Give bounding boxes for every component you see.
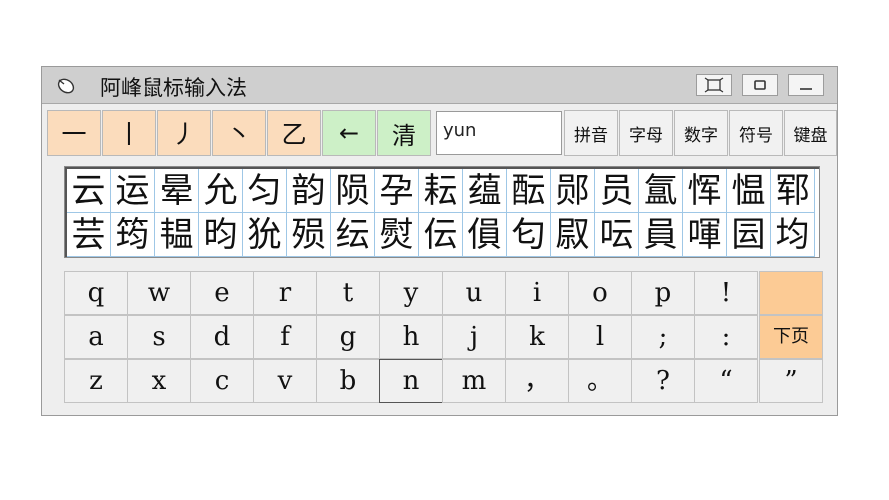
candidate-char[interactable]: 氲 <box>639 169 683 213</box>
key-period[interactable]: 。 <box>568 359 632 403</box>
title-bar[interactable]: 阿峰鼠标输入法 <box>42 67 837 104</box>
key-semicolon[interactable]: ; <box>631 315 695 359</box>
candidate-char[interactable]: 殒 <box>287 213 331 257</box>
candidate-char[interactable]: 均 <box>771 213 815 257</box>
candidate-char[interactable]: 芸 <box>67 213 111 257</box>
candidate-char[interactable]: 允 <box>199 169 243 213</box>
candidate-char[interactable]: 匀 <box>243 169 287 213</box>
ime-window: 阿峰鼠标输入法 一 丨 丿 丶 乙 ← 清 yun 拼音 字母 数字 符号 键盘… <box>41 66 838 416</box>
key-j[interactable]: j <box>442 315 506 359</box>
key-o[interactable]: o <box>568 271 632 315</box>
candidate-char[interactable]: 郓 <box>771 169 815 213</box>
key-e[interactable]: e <box>190 271 254 315</box>
key-v[interactable]: v <box>253 359 317 403</box>
mouse-icon <box>57 78 75 94</box>
key-u[interactable]: u <box>442 271 506 315</box>
key-m[interactable]: m <box>442 359 506 403</box>
key-l[interactable]: l <box>568 315 632 359</box>
stroke-key-heng[interactable]: 一 <box>47 110 101 156</box>
key-g[interactable]: g <box>316 315 380 359</box>
candidate-char[interactable]: 喗 <box>683 213 727 257</box>
candidate-char[interactable]: 晕 <box>155 169 199 213</box>
key-b[interactable]: b <box>316 359 380 403</box>
window-title: 阿峰鼠标输入法 <box>100 76 247 100</box>
key-left-quote[interactable]: “ <box>694 359 758 403</box>
candidate-char[interactable]: 傊 <box>463 213 507 257</box>
candidate-char[interactable]: 纭 <box>331 213 375 257</box>
key-p[interactable]: p <box>631 271 695 315</box>
pinyin-input[interactable]: yun <box>436 111 562 155</box>
candidate-char[interactable]: 员 <box>595 169 639 213</box>
key-a[interactable]: a <box>64 315 128 359</box>
key-colon[interactable]: : <box>694 315 758 359</box>
candidate-char[interactable]: 运 <box>111 169 155 213</box>
key-r[interactable]: r <box>253 271 317 315</box>
key-f[interactable]: f <box>253 315 317 359</box>
mode-letters-button[interactable]: 字母 <box>619 110 673 156</box>
maximize-icon <box>754 80 766 90</box>
stroke-key-pie[interactable]: 丿 <box>157 110 211 156</box>
clear-button[interactable]: 清 <box>377 110 431 156</box>
stroke-key-shu[interactable]: 丨 <box>102 110 156 156</box>
key-question[interactable]: ? <box>631 359 695 403</box>
candidate-char[interactable]: 熨 <box>375 213 419 257</box>
restore-button[interactable] <box>696 74 732 96</box>
mode-symbols-button[interactable]: 符号 <box>729 110 783 156</box>
candidate-char[interactable]: 陨 <box>331 169 375 213</box>
candidate-char[interactable]: 匂 <box>507 213 551 257</box>
candidate-char[interactable]: 孕 <box>375 169 419 213</box>
key-q[interactable]: q <box>64 271 128 315</box>
page-down-button[interactable]: 下页 <box>759 315 823 359</box>
candidate-char[interactable]: 伝 <box>419 213 463 257</box>
candidate-char[interactable]: 云 <box>67 169 111 213</box>
candidate-char[interactable]: 狁 <box>243 213 287 257</box>
candidate-panel: 云 运 晕 允 匀 韵 陨 孕 耘 蕴 酝 郧 员 氲 恽 愠 郓 芸 筠 韫 … <box>64 166 820 258</box>
key-k[interactable]: k <box>505 315 569 359</box>
maximize-button[interactable] <box>742 74 778 96</box>
candidate-char[interactable]: 耘 <box>419 169 463 213</box>
candidate-char[interactable]: 酝 <box>507 169 551 213</box>
key-y[interactable]: y <box>379 271 443 315</box>
candidate-char[interactable]: 呍 <box>595 213 639 257</box>
key-h[interactable]: h <box>379 315 443 359</box>
key-i[interactable]: i <box>505 271 569 315</box>
minimize-icon <box>800 88 812 90</box>
candidate-char[interactable]: 韫 <box>155 213 199 257</box>
key-t[interactable]: t <box>316 271 380 315</box>
candidate-char[interactable]: 愠 <box>727 169 771 213</box>
key-c[interactable]: c <box>190 359 254 403</box>
key-w[interactable]: w <box>127 271 191 315</box>
page-up-button[interactable] <box>759 271 823 315</box>
stroke-key-zhe[interactable]: 乙 <box>267 110 321 156</box>
restore-icon <box>704 77 724 93</box>
mode-keyboard-button[interactable]: 键盘 <box>784 110 837 156</box>
left-arrow-icon: ← <box>338 119 360 147</box>
stroke-key-dian[interactable]: 丶 <box>212 110 266 156</box>
key-x[interactable]: x <box>127 359 191 403</box>
key-n[interactable]: n <box>379 359 443 403</box>
key-exclamation[interactable]: ! <box>694 271 758 315</box>
candidate-char[interactable]: 筠 <box>111 213 155 257</box>
mode-numbers-button[interactable]: 数字 <box>674 110 728 156</box>
candidate-char[interactable]: 韵 <box>287 169 331 213</box>
candidate-char[interactable]: 蕴 <box>463 169 507 213</box>
minimize-button[interactable] <box>788 74 824 96</box>
key-d[interactable]: d <box>190 315 254 359</box>
candidate-char[interactable]: 叞 <box>551 213 595 257</box>
candidate-char[interactable]: 昀 <box>199 213 243 257</box>
mode-pinyin-button[interactable]: 拼音 <box>564 110 618 156</box>
key-s[interactable]: s <box>127 315 191 359</box>
key-comma[interactable]: ， <box>505 359 569 403</box>
backspace-button[interactable]: ← <box>322 110 376 156</box>
key-right-quote[interactable]: ” <box>759 359 823 403</box>
key-z[interactable]: z <box>64 359 128 403</box>
candidate-char[interactable]: 恽 <box>683 169 727 213</box>
candidate-char[interactable]: 囩 <box>727 213 771 257</box>
candidate-char[interactable]: 員 <box>639 213 683 257</box>
candidate-char[interactable]: 郧 <box>551 169 595 213</box>
